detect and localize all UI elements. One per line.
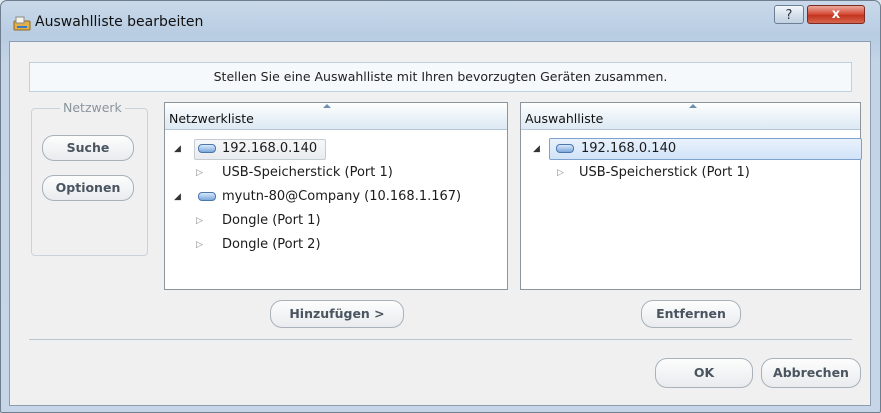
device-icon (556, 144, 574, 153)
network-group-label: Netzwerk (60, 100, 125, 115)
dialog-body: Stellen Sie eine Auswahlliste mit Ihren … (9, 41, 871, 406)
tree-node[interactable]: ▷ USB-Speicherstick (Port 1) (521, 162, 860, 184)
cancel-button[interactable]: Abbrechen (761, 358, 861, 388)
collapsed-arrow-icon[interactable]: ▷ (196, 234, 203, 256)
app-icon (13, 16, 31, 31)
selection-list-header[interactable]: Auswahlliste (521, 103, 860, 130)
tree-node[interactable]: ◢ 192.168.0.140 (165, 138, 507, 160)
expanded-arrow-icon[interactable]: ◢ (174, 186, 181, 208)
collapsed-arrow-icon[interactable]: ▷ (196, 162, 203, 184)
tree-node[interactable]: ▷ USB-Speicherstick (Port 1) (165, 162, 507, 184)
network-list-header[interactable]: Netzwerkliste (165, 103, 507, 130)
sort-arrow-icon (323, 104, 331, 108)
sort-arrow-icon (689, 104, 697, 108)
selection-list-panel[interactable]: Auswahlliste ◢ 192.168.0.140 ▷ USB-Speic… (520, 102, 862, 290)
add-button[interactable]: Hinzufügen > (270, 300, 404, 328)
title-bar[interactable]: Auswahlliste bearbeiten ? x (1, 1, 880, 41)
tree-node[interactable]: ◢ 192.168.0.140 (521, 138, 860, 160)
device-icon (198, 192, 216, 201)
window-title: Auswahlliste bearbeiten (35, 14, 204, 30)
options-button[interactable]: Optionen (42, 175, 134, 201)
remove-button[interactable]: Entfernen (641, 300, 741, 328)
instruction-banner: Stellen Sie eine Auswahlliste mit Ihren … (29, 62, 852, 92)
dialog-window: Auswahlliste bearbeiten ? x Stellen Sie … (0, 0, 881, 413)
network-group: Netzwerk Suche Optionen (31, 100, 148, 256)
help-button[interactable]: ? (774, 5, 804, 24)
separator (29, 339, 852, 340)
expanded-arrow-icon[interactable]: ◢ (174, 138, 181, 160)
close-button[interactable]: x (807, 5, 865, 24)
expanded-arrow-icon[interactable]: ◢ (533, 138, 540, 160)
collapsed-arrow-icon[interactable]: ▷ (196, 210, 203, 232)
ok-button[interactable]: OK (655, 358, 753, 388)
network-list-panel[interactable]: Netzwerkliste ◢ 192.168.0.140 ▷ USB-Spei… (164, 102, 508, 290)
tree-node[interactable]: ◢ myutn-80@Company (10.168.1.167) (165, 186, 507, 208)
collapsed-arrow-icon[interactable]: ▷ (557, 162, 564, 184)
tree-node[interactable]: ▷ Dongle (Port 2) (165, 234, 507, 256)
device-icon (198, 144, 216, 153)
search-button[interactable]: Suche (42, 135, 134, 161)
tree-node[interactable]: ▷ Dongle (Port 1) (165, 210, 507, 232)
